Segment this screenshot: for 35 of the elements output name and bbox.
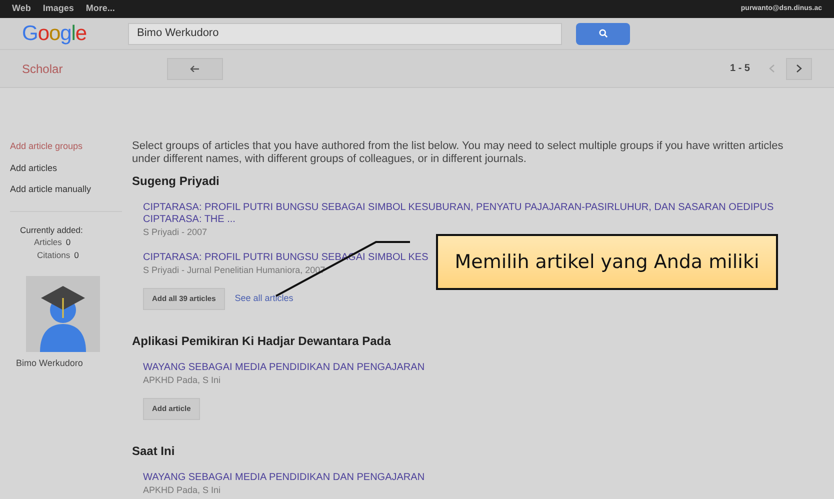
article-title[interactable]: CIPTARASA: PROFIL PUTRI BUNGSU SEBAGAI SIMBOL KESUBURAN, PENYATU PAJAJARAN-PASIRLUHUR, DAN SASARAN OEDIPUS CIPTARASA: THE ...: [143, 202, 810, 226]
article-meta: APKHD Pada, S Ini: [143, 484, 221, 496]
back-button[interactable]: [167, 58, 223, 80]
added-heading: Currently added:: [20, 224, 84, 236]
next-page-button[interactable]: [786, 58, 812, 80]
count-value: 0: [66, 236, 71, 249]
article-meta: S Priyadi - 2007: [143, 226, 208, 238]
search-icon: [598, 29, 608, 38]
sidebar-item[interactable]: Add articles: [10, 162, 122, 175]
chevron-right-icon: [796, 64, 802, 73]
result-range: 1 - 5: [730, 62, 750, 76]
nav-link[interactable]: Web: [12, 2, 31, 16]
article-title[interactable]: WAYANG SEBAGAI MEDIA PENDIDIKAN DAN PENGAJARAN: [143, 362, 425, 374]
nav-link[interactable]: More...: [86, 2, 115, 16]
sidebar-item[interactable]: Add article manually: [10, 183, 122, 196]
article-title[interactable]: WAYANG SEBAGAI MEDIA PENDIDIKAN DAN PENGAJARAN: [143, 472, 425, 484]
search-field[interactable]: Bimo Werkudoro: [128, 22, 562, 44]
group-heading: Saat Ini: [132, 444, 176, 458]
logo[interactable]: Google: [22, 18, 128, 50]
group-heading: Sugeng Priyadi: [132, 174, 220, 188]
nav-link[interactable]: Images: [42, 2, 74, 16]
sidebar-item[interactable]: Add article groups: [10, 140, 122, 154]
callout-tooltip: Memilih artikel yang Anda miliki: [436, 234, 778, 290]
search-button[interactable]: [576, 22, 630, 44]
section-title: Scholar: [22, 60, 64, 78]
count-label: Citations: [37, 249, 70, 262]
intro-text: Select groups of articles that you have authored from the list below. You may need to select multiple groups if you have written articles under different names, with different groups of colleagues, or in different journals.: [132, 140, 784, 166]
profile-name: Bimo Werkudoro: [16, 356, 84, 370]
article-meta: APKHD Pada, S Ini: [143, 374, 221, 386]
count-label: Articles: [34, 236, 62, 249]
chevron-left-icon: [769, 64, 775, 73]
count-value: 0: [74, 249, 79, 262]
group-heading: Aplikasi Pemikiran Ki Hadjar Dewantara Pada: [132, 334, 392, 348]
see-all-link[interactable]: See all articles: [234, 292, 294, 306]
back-arrow-icon: [190, 65, 200, 72]
